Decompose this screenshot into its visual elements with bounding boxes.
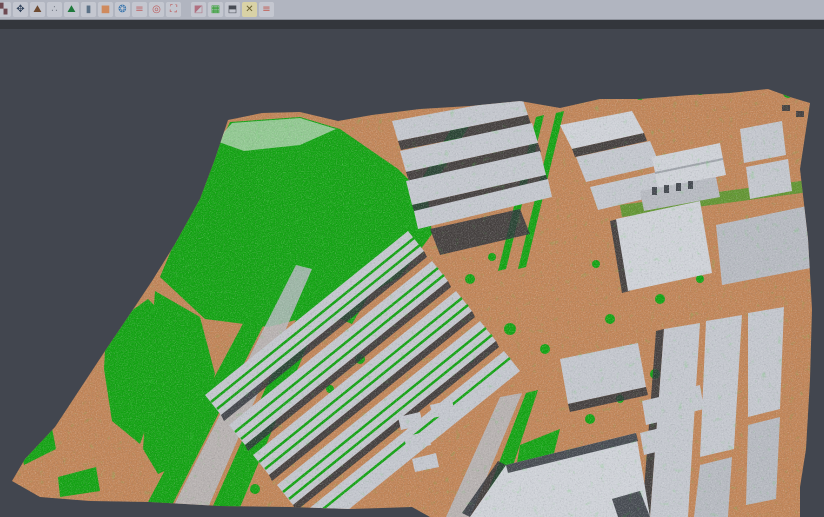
main-toolbar: ▚✥⛰∴⛰▮■❂≡◎⛶◩▦⬒✕≡ (0, 0, 824, 20)
zoom-extent-icon[interactable]: ⛶ (166, 2, 181, 17)
section-stack-icon[interactable]: ≡ (132, 2, 147, 17)
toolbar-shadow-strip (0, 20, 824, 29)
terrain-brown-icon[interactable]: ⛰ (30, 2, 45, 17)
terrain-green-icon[interactable]: ⛰ (64, 2, 79, 17)
align-points-icon[interactable]: ✥ (13, 2, 28, 17)
point-cloud-render (0, 29, 824, 517)
measure-ruler-icon[interactable]: ≡ (259, 2, 274, 17)
delete-selection-icon[interactable]: ✕ (242, 2, 257, 17)
application-window: ▚✥⛰∴⛰▮■❂≡◎⛶◩▦⬒✕≡ (0, 0, 824, 517)
classification-icon[interactable]: ▦ (208, 2, 223, 17)
globe-3d-icon[interactable]: ❂ (115, 2, 130, 17)
snapshot-icon[interactable]: ⬒ (225, 2, 240, 17)
circle-select-icon[interactable]: ◎ (149, 2, 164, 17)
3d-viewport[interactable] (0, 29, 824, 517)
clip-box-icon[interactable]: ◩ (191, 2, 206, 17)
texture-map-icon[interactable]: ▚ (0, 2, 11, 17)
profile-view-icon[interactable]: ▮ (81, 2, 96, 17)
sparse-points-icon[interactable]: ∴ (47, 2, 62, 17)
ortho-ground-icon[interactable]: ■ (98, 2, 113, 17)
noise-overlay (0, 29, 824, 517)
